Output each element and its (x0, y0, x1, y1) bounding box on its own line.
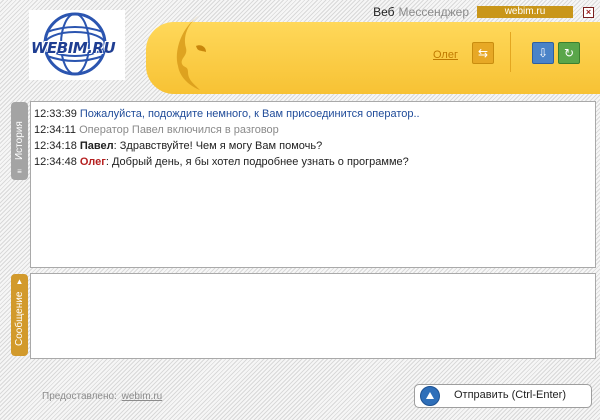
message-text: Добрый день, я бы хотел подробнее узнать… (111, 156, 409, 168)
refresh-icon[interactable]: ↻ (558, 42, 580, 64)
provided-by: Предоставлено: webim.ru (42, 391, 162, 402)
message-text: Здравствуйте! Чем я могу Вам помочь? (119, 140, 323, 152)
operator-name-link[interactable]: Олег (433, 49, 458, 61)
save-history-icon[interactable]: ⇩ (532, 42, 554, 64)
message-author: Павел (79, 140, 114, 152)
chat-message: 12:33:39 Пожалуйста, подождите немного, … (34, 106, 592, 122)
site-badge[interactable]: webim.ru (477, 6, 573, 18)
message-box (30, 273, 596, 359)
chat-message: 12:34:18 Павел: Здравствуйте! Чем я могу… (34, 140, 323, 152)
chat-history: 12:33:39 Пожалуйста, подождите немного, … (30, 101, 596, 268)
message-time: 12:34:11 (34, 124, 77, 136)
send-button[interactable]: Отправить (Ctrl-Enter) (414, 384, 592, 408)
message-time: 12:34:18 (34, 140, 77, 152)
message-text: Оператор Павел включился в разговор (79, 124, 279, 136)
message-input[interactable] (31, 274, 595, 358)
swap-arrows-icon[interactable]: ⇆ (472, 42, 494, 64)
tab-message[interactable]: ▲ Сообщение (11, 274, 28, 356)
brand-web: Веб (373, 5, 395, 19)
provided-by-label: Предоставлено: (42, 391, 117, 402)
tab-message-label: Сообщение (14, 291, 25, 347)
provider-link[interactable]: webim.ru (122, 391, 163, 402)
chat-message: 12:34:48 Олег: Добрый день, я бы хотел п… (34, 156, 409, 168)
face-silhouette-icon (176, 12, 206, 90)
chat-message: 12:34:11 Оператор Павел включился в разг… (34, 122, 592, 138)
message-text: Пожалуйста, подождите немного, к Вам при… (79, 108, 420, 120)
header-divider (510, 32, 511, 72)
grip-icon: ≡ (17, 167, 22, 176)
message-author: Олег (79, 156, 106, 168)
header-band: Олег ⇆ ⇩ ↻ (146, 12, 600, 94)
tab-history[interactable]: История ≡ (11, 102, 28, 180)
message-time: 12:33:39 (34, 108, 77, 120)
logo-text: WEBIM.RU (31, 39, 116, 57)
message-time: 12:34:48 (34, 156, 77, 168)
brand-messenger: Мессенджер (398, 5, 469, 19)
webim-logo: WEBIM.RU (29, 10, 125, 80)
send-button-label: Отправить (Ctrl-Enter) (454, 389, 566, 401)
arrow-up-icon (420, 386, 440, 406)
close-icon[interactable]: × (583, 6, 594, 18)
top-bar: Веб Мессенджер webim.ru × (373, 5, 594, 19)
